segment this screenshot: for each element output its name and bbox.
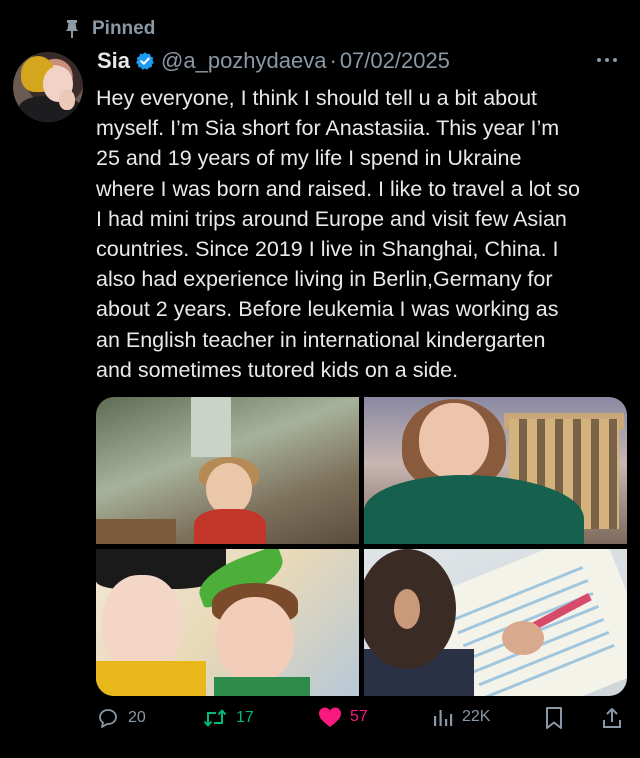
retweet-count: 17 [236, 709, 254, 726]
header-separator: · [329, 48, 337, 73]
tweet-header: Sia @a_pozhydaeva · 07/02/2025 [97, 48, 450, 74]
media-grid [96, 397, 627, 696]
pinned-indicator: Pinned [64, 18, 155, 40]
photo-childhood[interactable] [96, 397, 359, 544]
like-button[interactable]: 57 [318, 706, 368, 728]
action-bar: 20 17 57 22K [96, 706, 626, 736]
like-count: 57 [350, 708, 368, 725]
verified-badge-icon [136, 52, 155, 70]
avatar[interactable] [13, 52, 83, 122]
more-options-icon[interactable] [597, 58, 617, 62]
share-icon [603, 708, 621, 728]
view-count: 22K [462, 708, 491, 725]
photo-clown-and-child[interactable] [96, 549, 359, 696]
bookmark-icon [546, 707, 562, 729]
reply-button[interactable]: 20 [96, 706, 146, 730]
tweet-text: Hey everyone, I think I should tell u a … [96, 86, 580, 382]
reply-count: 20 [128, 709, 146, 726]
pinned-label: Pinned [92, 18, 156, 39]
post-date[interactable]: 07/02/2025 [340, 48, 450, 74]
views-button[interactable]: 22K [432, 706, 490, 728]
photo-brandenburg-gate[interactable] [364, 397, 627, 544]
author-handle[interactable]: @a_pozhydaeva [161, 48, 326, 74]
bookmark-button[interactable] [544, 706, 564, 730]
retweet-button[interactable]: 17 [202, 706, 254, 730]
retweet-icon [203, 709, 227, 727]
heart-icon [319, 707, 341, 727]
author-name[interactable]: Sia [97, 48, 130, 74]
views-chart-icon [434, 710, 453, 726]
share-button[interactable] [601, 706, 623, 730]
photo-tutoring[interactable] [364, 549, 627, 696]
reply-icon [99, 709, 117, 728]
pin-icon [66, 20, 78, 38]
